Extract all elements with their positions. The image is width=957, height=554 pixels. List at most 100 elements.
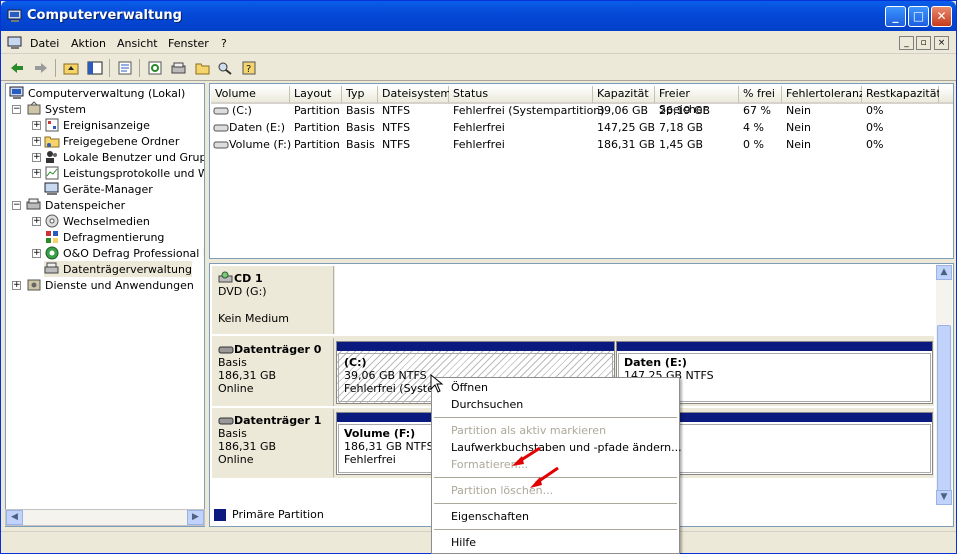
tree-node-services-apps[interactable]: Dienste und Anwendungen: [26, 277, 194, 293]
tree-node-disk-management[interactable]: Datenträgerverwaltung: [44, 261, 192, 277]
properties-icon: [118, 61, 132, 75]
disk-info-0[interactable]: Datenträger 0 Basis 186,31 GB Online: [212, 338, 334, 406]
search-icon: [218, 62, 232, 75]
column-header-filesystem[interactable]: Dateisystem: [378, 86, 451, 104]
tree-node-removable-storage[interactable]: Wechselmedien: [44, 213, 150, 229]
menu-item-mark-active: Partition als aktiv markieren: [451, 424, 607, 437]
open-button[interactable]: [193, 58, 213, 78]
disk-management-icon: [44, 262, 59, 274]
window-title: Computerverwaltung: [27, 8, 182, 23]
scroll-right-button[interactable]: ▶: [187, 510, 204, 525]
legend: Primäre Partition: [214, 508, 324, 521]
back-button[interactable]: [7, 58, 27, 78]
menu-item-explore[interactable]: Durchsuchen: [451, 396, 523, 414]
system-menu-icon[interactable]: [7, 35, 23, 51]
menu-help[interactable]: ?: [221, 37, 227, 50]
scroll-up-button[interactable]: ▲: [936, 265, 952, 280]
help-button[interactable]: ?: [239, 58, 259, 78]
disk-view-vertical-scrollbar[interactable]: ▲ ▼: [936, 265, 952, 505]
menu-ansicht[interactable]: Ansicht: [117, 37, 158, 50]
tree-node-device-manager[interactable]: Geräte-Manager: [44, 181, 153, 197]
up-button[interactable]: [61, 58, 81, 78]
folder-open-icon: [195, 63, 210, 75]
table-row[interactable]: Volume (F:) Partition Basis NTFS Fehlerf…: [210, 137, 955, 154]
toolbar: ?: [1, 55, 956, 81]
tree-node-local-users[interactable]: Lokale Benutzer und Gruppen: [44, 149, 204, 165]
red-arrow-icon: [530, 466, 559, 488]
column-header-status[interactable]: Status: [449, 86, 593, 104]
expand-toggle[interactable]: +: [32, 137, 41, 146]
column-header-fault-tolerance[interactable]: Fehlertoleranz: [782, 86, 865, 104]
expand-toggle[interactable]: +: [32, 121, 41, 130]
mdi-restore-button[interactable]: ▫: [916, 36, 931, 50]
tree-node-shared-folders[interactable]: Freigegebene Ordner: [44, 133, 179, 149]
hard-disk-icon: [218, 346, 234, 353]
menu-item-change-drive-letter[interactable]: Laufwerkbuchstaben und -pfade ändern...: [451, 439, 682, 457]
removable-storage-icon: [45, 214, 59, 228]
volume-list: Volume Layout Typ Dateisystem Status Kap…: [209, 83, 954, 259]
tree-node-event-viewer[interactable]: Ereignisanzeige: [44, 117, 150, 133]
red-arrow-icon: [512, 446, 541, 466]
maximize-button[interactable]: □: [908, 6, 929, 27]
console-tree-icon: [87, 61, 103, 75]
column-header-free-space[interactable]: Freier Speicher: [655, 86, 739, 116]
expand-toggle[interactable]: +: [32, 217, 41, 226]
collapse-toggle[interactable]: −: [12, 201, 21, 210]
tree-node-storage[interactable]: Datenspeicher: [26, 197, 125, 213]
column-header-volume[interactable]: Volume: [211, 86, 290, 104]
mdi-close-button[interactable]: ×: [934, 36, 949, 50]
search-button[interactable]: [215, 58, 235, 78]
expand-toggle[interactable]: +: [32, 169, 41, 178]
collapse-toggle[interactable]: −: [12, 105, 21, 114]
hard-disk-icon: [218, 417, 234, 424]
close-button[interactable]: ✕: [931, 6, 952, 27]
refresh-button[interactable]: [145, 58, 165, 78]
forward-arrow-icon: [35, 63, 47, 73]
tree-node-computer-management[interactable]: Computerverwaltung (Lokal): [9, 85, 185, 101]
shared-folder-icon: [44, 136, 60, 148]
forward-button[interactable]: [31, 58, 51, 78]
tree-node-performance-logs[interactable]: Leistungsprotokolle und Warnungen: [44, 165, 204, 181]
disk-info-cd[interactable]: CD 1 DVD (G:) Kein Medium: [212, 266, 334, 334]
oo-defrag-icon: [45, 246, 59, 260]
mouse-cursor-icon: [430, 374, 444, 393]
column-header-layout[interactable]: Layout: [290, 86, 342, 104]
system-tools-icon: [27, 101, 41, 115]
refresh-icon: [148, 61, 162, 75]
scroll-thumb[interactable]: [937, 325, 951, 495]
menu-aktion[interactable]: Aktion: [71, 37, 106, 50]
computer-management-icon: [9, 86, 24, 99]
expand-toggle[interactable]: +: [32, 249, 41, 258]
svg-text:?: ?: [246, 64, 251, 75]
tree-node-oo-defrag[interactable]: O&O Defrag Professional Edition: [44, 245, 204, 261]
storage-icon: [26, 198, 41, 210]
tree-node-defragmentation[interactable]: Defragmentierung: [44, 229, 164, 245]
tree-horizontal-scrollbar[interactable]: ◀ ▶: [5, 509, 205, 526]
column-header-type[interactable]: Typ: [342, 86, 378, 104]
services-icon: [27, 279, 41, 291]
disk-properties-button[interactable]: [169, 58, 189, 78]
menu-item-help[interactable]: Hilfe: [451, 534, 476, 552]
scroll-left-button[interactable]: ◀: [6, 510, 23, 525]
table-row[interactable]: Daten (E:) Partition Basis NTFS Fehlerfr…: [210, 120, 955, 137]
mdi-minimize-button[interactable]: _: [899, 36, 914, 50]
expand-toggle[interactable]: +: [32, 153, 41, 162]
performance-icon: [45, 166, 59, 180]
scroll-down-button[interactable]: ▼: [936, 490, 952, 505]
show-hide-tree-button[interactable]: [85, 58, 105, 78]
menu-item-properties[interactable]: Eigenschaften: [451, 508, 529, 526]
device-manager-icon: [44, 182, 59, 195]
minimize-button[interactable]: _: [885, 6, 906, 27]
column-header-percent-free[interactable]: % frei: [739, 86, 782, 104]
table-row[interactable]: (C:) Partition Basis NTFS Fehlerfrei (Sy…: [210, 103, 955, 120]
column-header-capacity[interactable]: Kapazität: [593, 86, 655, 104]
tree-node-system[interactable]: System: [26, 101, 86, 117]
title-bar[interactable]: Computerverwaltung _ □ ✕: [1, 1, 956, 31]
menu-item-open[interactable]: Öffnen: [451, 379, 488, 397]
menu-fenster[interactable]: Fenster: [168, 37, 209, 50]
expand-toggle[interactable]: +: [12, 281, 21, 290]
menu-datei[interactable]: Datei: [30, 37, 59, 50]
properties-button[interactable]: [115, 58, 135, 78]
disk-info-1[interactable]: Datenträger 1 Basis 186,31 GB Online: [212, 409, 334, 477]
column-header-overhead[interactable]: Restkapazität: [862, 86, 941, 104]
